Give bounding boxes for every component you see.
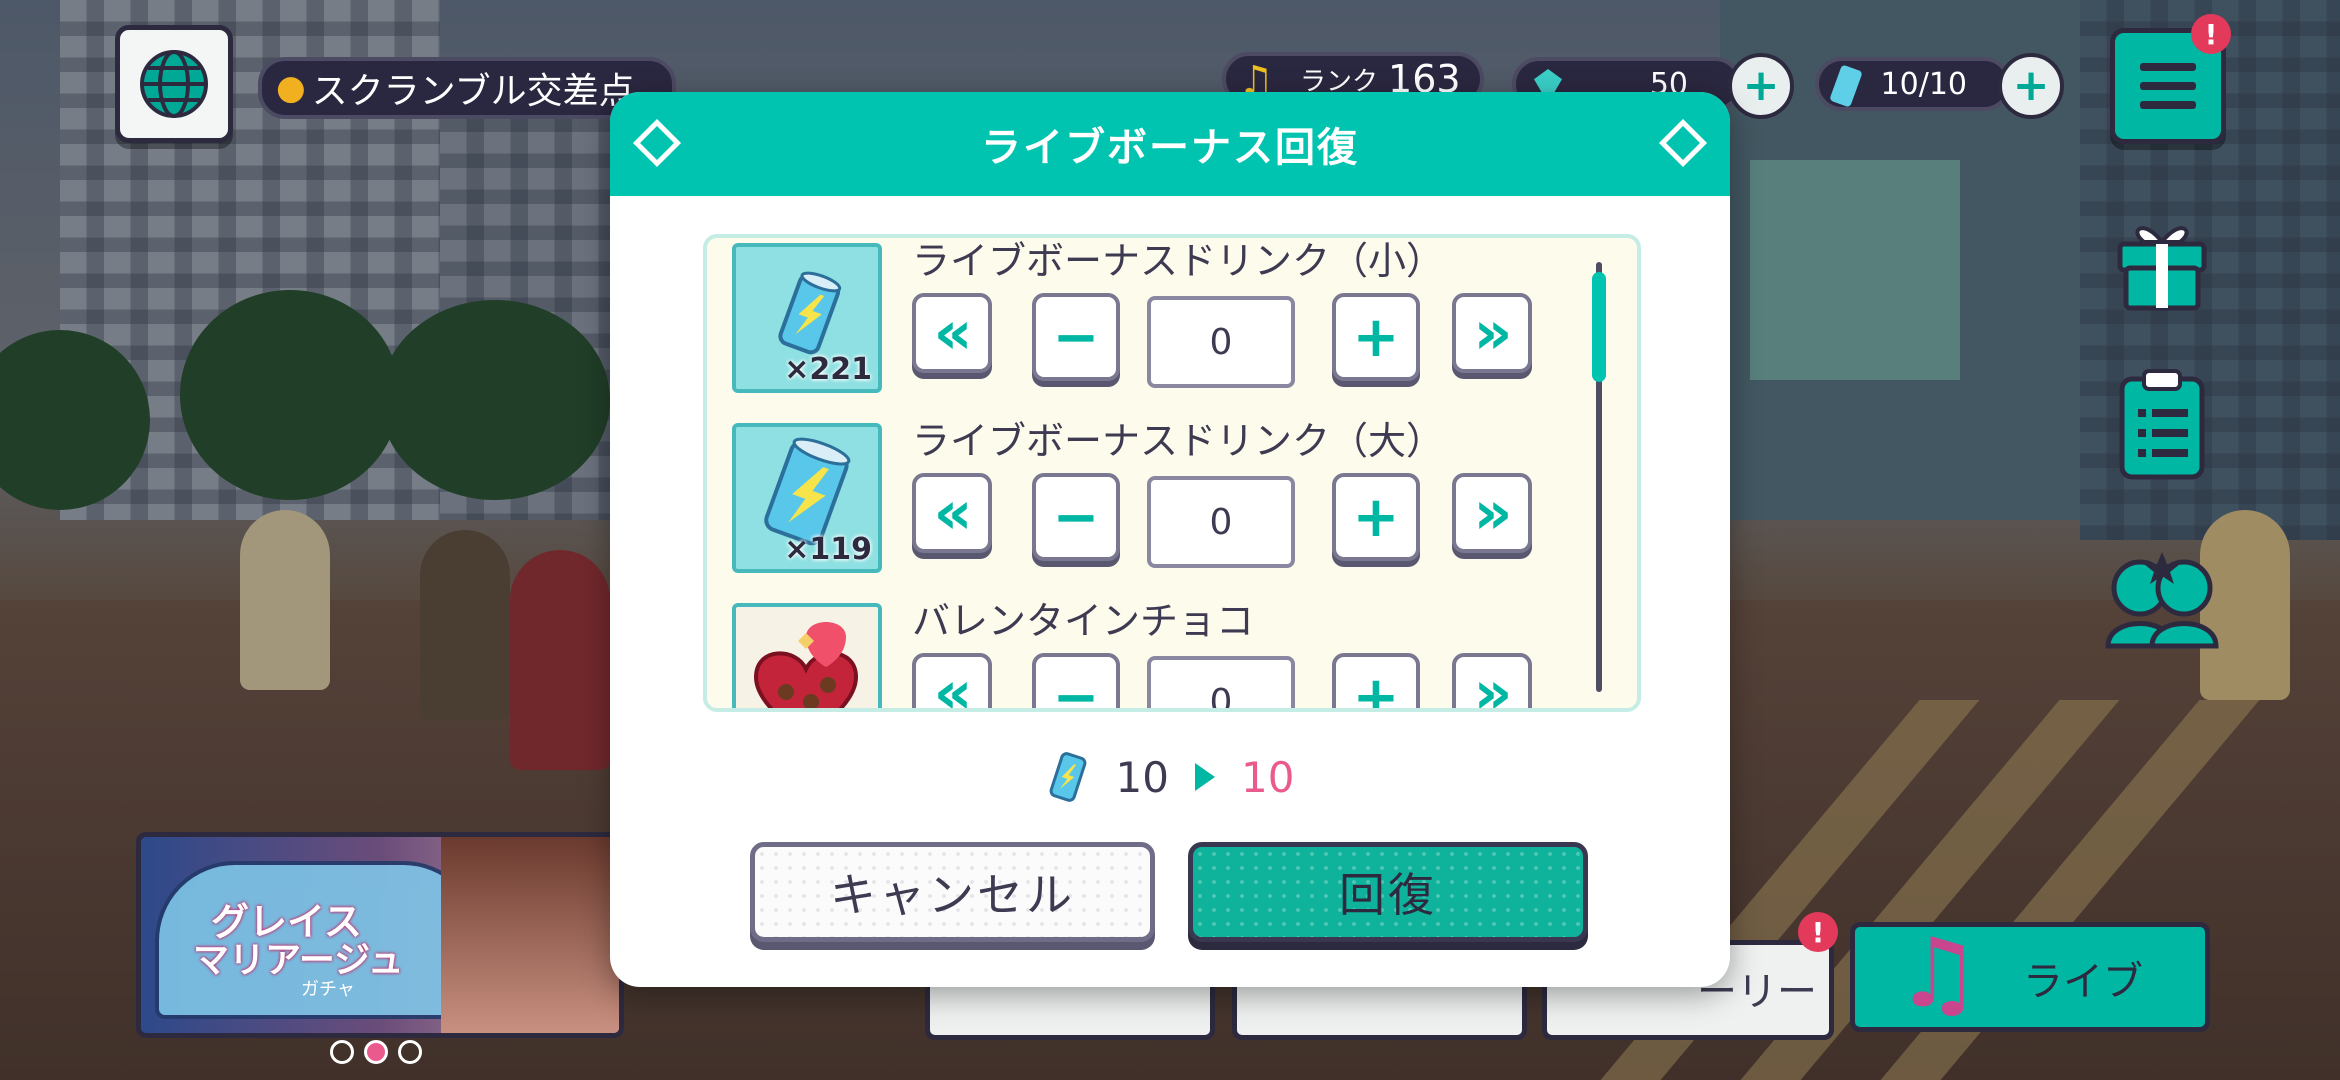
clipboard-icon: [2119, 369, 2205, 480]
banner-subtitle: ガチャ: [301, 979, 355, 1000]
item-thumbnail: ×119: [732, 423, 882, 573]
increase-button[interactable]: +: [1332, 473, 1420, 561]
arrow-right-icon: [1195, 763, 1215, 791]
valentine-chocolate-icon: [753, 622, 859, 708]
decrease-button[interactable]: −: [1032, 473, 1120, 561]
increase-button[interactable]: +: [1332, 293, 1420, 381]
stamina-display: 10/10: [1815, 57, 2011, 111]
energy-after: 10: [1241, 752, 1295, 802]
mission-list-button[interactable]: [2112, 369, 2212, 480]
item-name: ライブボーナスドリンク（小）: [912, 239, 1445, 283]
increase-max-button[interactable]: »: [1452, 653, 1532, 708]
add-gems-button[interactable]: +: [1728, 53, 1794, 119]
energy-before: 10: [1115, 752, 1169, 802]
gacha-banner[interactable]: グレイス マリアージュ ガチャ: [136, 832, 624, 1038]
gift-icon: [2117, 226, 2207, 311]
quantity-field[interactable]: 0: [1147, 476, 1295, 568]
decrease-max-button[interactable]: «: [912, 473, 992, 553]
item-count: ×119: [784, 532, 872, 567]
decrease-button[interactable]: −: [1032, 293, 1120, 381]
increase-max-button[interactable]: »: [1452, 293, 1532, 373]
music-note-icon: ♫: [1895, 917, 1982, 1029]
energy-drink-icon: [1829, 64, 1863, 108]
scrollbar-thumb[interactable]: [1592, 272, 1606, 382]
banner-page-indicator: [330, 1040, 422, 1064]
cancel-button[interactable]: キャンセル: [750, 842, 1155, 942]
hamburger-menu-icon: [2140, 63, 2196, 109]
energy-drink-icon: [1049, 752, 1086, 802]
item-thumbnail: ×221: [732, 243, 882, 393]
list-item: ×119 ライブボーナスドリンク（大） « − 0 + »: [707, 418, 1587, 598]
map-pin-icon: ●: [276, 68, 306, 108]
story-notification-badge: !: [1798, 912, 1838, 952]
friends-button[interactable]: [2100, 545, 2224, 655]
diamond-ornament-icon: [1658, 118, 1708, 168]
increase-button[interactable]: +: [1332, 653, 1420, 708]
item-count: ×221: [784, 352, 872, 387]
item-name: ライブボーナスドリンク（大）: [912, 419, 1445, 463]
dialog-title: ライブボーナス回復: [981, 125, 1359, 171]
increase-max-button[interactable]: »: [1452, 473, 1532, 553]
decrease-max-button[interactable]: «: [912, 653, 992, 708]
friends-icon: [2105, 552, 2219, 649]
bottom-menu-live[interactable]: ♫ ライブ: [1850, 917, 2210, 1032]
recovery-dialog: ライブボーナス回復 ×221 ライブボーナスドリンク（小） « − 0 + »: [610, 92, 1730, 987]
recover-button[interactable]: 回復: [1188, 842, 1588, 942]
world-map-button[interactable]: [115, 25, 233, 143]
dialog-header: ライブボーナス回復: [610, 92, 1730, 196]
globe-icon: [140, 50, 208, 118]
diamond-ornament-icon: [632, 118, 682, 168]
menu-notification-badge: !: [2191, 14, 2231, 54]
decrease-max-button[interactable]: «: [912, 293, 992, 373]
decrease-button[interactable]: −: [1032, 653, 1120, 708]
quantity-field[interactable]: 0: [1147, 656, 1295, 708]
list-item: ×221 ライブボーナスドリンク（小） « − 0 + »: [707, 238, 1587, 418]
item-thumbnail: [732, 603, 882, 708]
add-stamina-button[interactable]: +: [1998, 53, 2064, 119]
energy-preview: 10 10: [610, 742, 1730, 812]
item-list[interactable]: ×221 ライブボーナスドリンク（小） « − 0 + » ×119 ライブボー…: [703, 234, 1641, 712]
list-item: バレンタインチョコ « − 0 + »: [707, 598, 1587, 708]
banner-title-line2: マリアージュ: [193, 940, 404, 981]
item-name: バレンタインチョコ: [912, 599, 1255, 643]
present-box-button[interactable]: [2112, 205, 2212, 315]
quantity-field[interactable]: 0: [1147, 296, 1295, 388]
